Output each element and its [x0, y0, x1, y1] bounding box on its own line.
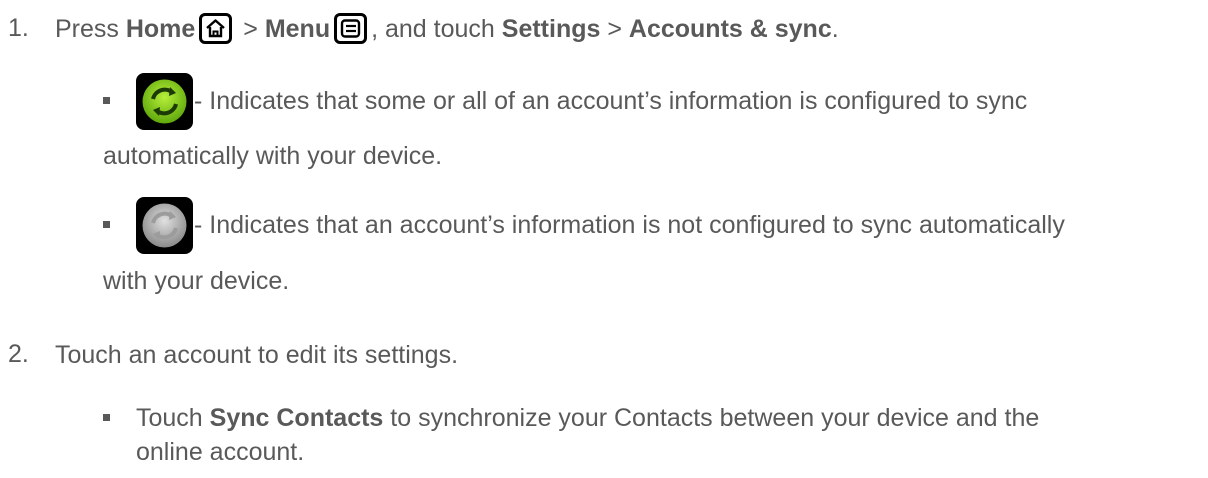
bullet-marker [103, 221, 110, 228]
step-2-number: 2. [8, 340, 29, 368]
home-label: Home [125, 15, 196, 43]
step-2-text: Touch an account to edit its settings. [55, 341, 459, 369]
menu-key-icon [334, 12, 368, 44]
step-1-number: 1. [8, 14, 29, 42]
step-1-press: Press [55, 15, 126, 43]
bullet-1b-line-1: - Indicates that an account’s informatio… [194, 211, 1065, 239]
bullet-1a-line-1: - Indicates that some or all of an accou… [194, 87, 1028, 115]
sync-on-icon [136, 73, 193, 130]
sync-contacts-label: Sync Contacts [209, 404, 384, 432]
bullet-2a-line-1: Touch Sync Contacts to synchronize your … [136, 403, 1039, 433]
sync-off-icon [136, 197, 193, 254]
settings-label: Settings [501, 15, 601, 43]
bullet-2a-touch: Touch [136, 404, 210, 432]
menu-label: Menu [264, 15, 331, 43]
step-1-text: Press Home > Menu, and touch Settings > … [55, 12, 839, 46]
bullet-marker [103, 414, 110, 421]
home-key-icon [199, 12, 233, 44]
step-1-gt-1: > [236, 15, 265, 43]
step-1-touch: , and touch [371, 15, 502, 43]
bullet-marker [103, 97, 110, 104]
accounts-sync-label: Accounts & sync [628, 15, 832, 43]
step-1-end: . [831, 15, 839, 43]
bullet-2a-line-2: online account. [136, 438, 305, 466]
bullet-1b-line-2: with your device. [103, 267, 290, 295]
step-1-gt-2: > [600, 15, 629, 43]
bullet-2a-rest: to synchronize your Contacts between you… [383, 404, 1040, 432]
bullet-1a-line-2: automatically with your device. [103, 142, 443, 170]
